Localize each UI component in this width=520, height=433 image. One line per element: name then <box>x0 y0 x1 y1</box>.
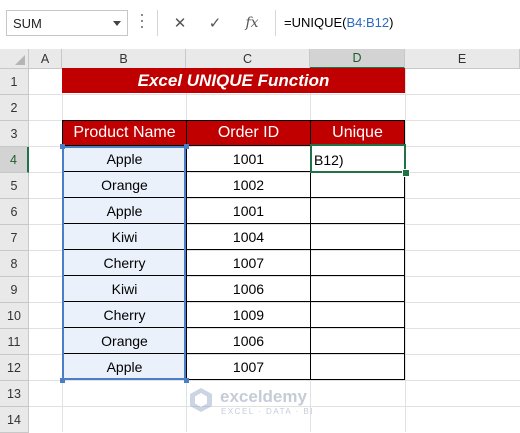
name-box[interactable]: SUM <box>6 10 128 36</box>
drag-handle-icon[interactable] <box>141 14 144 32</box>
cell-order-id[interactable]: 1002 <box>186 172 310 198</box>
row-header-12[interactable]: 12 <box>0 355 29 381</box>
cell-unique[interactable] <box>310 276 405 302</box>
cell-order-id[interactable]: 1007 <box>186 354 310 380</box>
cell-unique[interactable] <box>310 224 405 250</box>
divider <box>157 10 158 36</box>
row-header-9[interactable]: 9 <box>0 277 29 303</box>
range-handle[interactable] <box>60 144 65 149</box>
column-header-d[interactable]: D <box>310 49 405 69</box>
cell-product[interactable]: Orange <box>62 328 186 354</box>
column-header-b[interactable]: B <box>62 49 186 69</box>
row-header-6[interactable]: 6 <box>0 199 29 225</box>
cell-product[interactable]: Apple <box>62 354 186 380</box>
watermark-name: exceldemy <box>220 387 307 406</box>
cell-product[interactable]: Kiwi <box>62 276 186 302</box>
cell-unique[interactable] <box>310 302 405 328</box>
row-header-11[interactable]: 11 <box>0 329 29 355</box>
header-order-id[interactable]: Order ID <box>186 120 310 146</box>
exceldemy-logo-icon <box>190 388 212 412</box>
header-unique[interactable]: Unique <box>310 120 405 146</box>
sheet-title[interactable]: Excel UNIQUE Function <box>62 68 405 93</box>
cell-product[interactable]: Apple <box>62 146 186 172</box>
watermark-tagline: EXCEL · DATA · BI <box>221 407 314 416</box>
cell-unique[interactable] <box>310 354 405 380</box>
enter-check-icon[interactable]: ✓ <box>203 11 227 35</box>
cell-unique[interactable] <box>310 250 405 276</box>
active-cell-text: B12) <box>314 152 344 168</box>
row-header-4[interactable]: 4 <box>0 147 29 173</box>
cell-order-id[interactable]: 1001 <box>186 198 310 224</box>
chevron-down-icon[interactable] <box>113 21 121 26</box>
formula-prefix: =UNIQUE( <box>284 15 347 30</box>
cancel-icon[interactable]: ✕ <box>168 11 192 35</box>
cell-product[interactable]: Orange <box>62 172 186 198</box>
cell-order-id[interactable]: 1007 <box>186 250 310 276</box>
cell-unique[interactable] <box>310 328 405 354</box>
cell-unique[interactable] <box>310 172 405 198</box>
header-product-name[interactable]: Product Name <box>62 120 186 146</box>
row-header-14[interactable]: 14 <box>0 407 29 433</box>
cell-product[interactable]: Cherry <box>62 302 186 328</box>
formula-reference: B4:B12 <box>346 15 390 30</box>
row-header-1[interactable]: 1 <box>0 69 29 95</box>
column-header-c[interactable]: C <box>186 49 310 69</box>
range-handle[interactable] <box>184 378 189 383</box>
formula-suffix: ) <box>389 15 394 30</box>
divider <box>275 10 276 36</box>
cell-product[interactable]: Kiwi <box>62 224 186 250</box>
exceldemy-watermark: exceldemy EXCEL · DATA · BI <box>188 384 338 420</box>
row-header-10[interactable]: 10 <box>0 303 29 329</box>
column-header-a[interactable]: A <box>29 49 62 69</box>
row-header-3[interactable]: 3 <box>0 121 29 147</box>
cell-order-id[interactable]: 1004 <box>186 224 310 250</box>
cell-product[interactable]: Cherry <box>62 250 186 276</box>
row-header-2[interactable]: 2 <box>0 95 29 121</box>
row-header-7[interactable]: 7 <box>0 225 29 251</box>
name-box-value: SUM <box>13 16 42 31</box>
column-header-e[interactable]: E <box>405 49 520 69</box>
select-all-button[interactable] <box>0 49 29 69</box>
cell-product[interactable]: Apple <box>62 198 186 224</box>
cell-order-id[interactable]: 1006 <box>186 276 310 302</box>
insert-function-icon[interactable]: fx <box>240 11 264 35</box>
range-handle[interactable] <box>60 378 65 383</box>
active-cell-editor[interactable]: B12) <box>310 144 406 173</box>
cell-order-id[interactable]: 1006 <box>186 328 310 354</box>
row-header-8[interactable]: 8 <box>0 251 29 277</box>
row-header-13[interactable]: 13 <box>0 381 29 407</box>
range-handle[interactable] <box>184 144 189 149</box>
cell-order-id[interactable]: 1001 <box>186 146 310 172</box>
cell-unique[interactable] <box>310 198 405 224</box>
cell-order-id[interactable]: 1009 <box>186 302 310 328</box>
formula-input[interactable]: =UNIQUE(B4:B12) <box>284 15 393 30</box>
fill-handle[interactable] <box>402 169 410 177</box>
row-header-5[interactable]: 5 <box>0 173 29 199</box>
formula-bar-area: SUM ✕ ✓ fx =UNIQUE(B4:B12) <box>0 0 520 50</box>
